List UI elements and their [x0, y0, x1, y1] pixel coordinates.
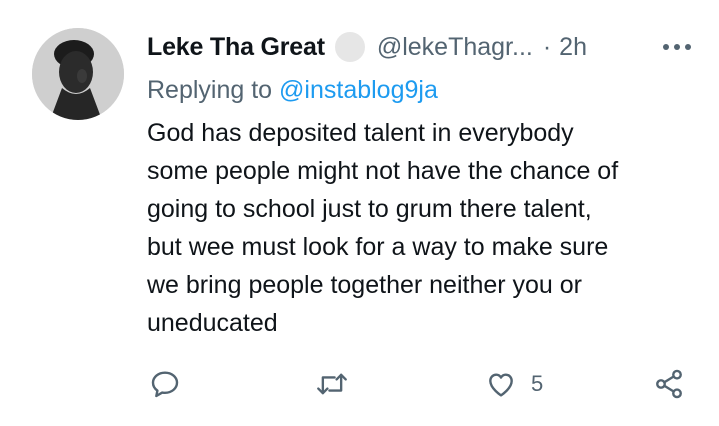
- action-bar: 5: [147, 364, 692, 404]
- separator-dot: ·: [542, 32, 552, 61]
- like-button[interactable]: 5: [485, 364, 543, 404]
- display-name[interactable]: Leke Tha Great: [147, 33, 325, 62]
- tweet-text-line: some people might not have the chance of: [147, 157, 619, 185]
- tweet-text-line: uneducated: [147, 309, 278, 337]
- replying-to-label: Replying to: [147, 76, 273, 104]
- share-button[interactable]: [653, 364, 685, 404]
- like-count: 5: [531, 371, 544, 396]
- tweet-text-line: God has deposited talent in everybody: [147, 119, 574, 147]
- replying-to-line: Replying to @instablog9ja: [147, 76, 438, 105]
- retweet-icon: [317, 373, 347, 395]
- reply-icon: [151, 371, 179, 398]
- tweet-text-line: going to school just to grum there talen…: [147, 195, 592, 223]
- badge-placeholder-icon: [334, 32, 365, 62]
- user-handle[interactable]: @lekeThagr...: [377, 33, 533, 62]
- timestamp[interactable]: 2h: [559, 33, 587, 62]
- more-options-icon[interactable]: [662, 30, 692, 64]
- tweet-text-line: we bring people together neither you or: [147, 271, 583, 299]
- tweet-text: God has deposited talent in everybody so…: [147, 114, 692, 342]
- avatar[interactable]: [32, 28, 124, 120]
- retweet-button[interactable]: [315, 364, 349, 404]
- avatar-photo: [32, 28, 124, 120]
- replying-to-mention[interactable]: @instablog9ja: [279, 76, 438, 104]
- tweet-header: Leke Tha Great @lekeThagr... · 2h: [147, 30, 692, 64]
- tweet: Leke Tha Great @lekeThagr... · 2h Replyi…: [0, 0, 719, 426]
- share-icon: [656, 369, 682, 399]
- reply-button[interactable]: [149, 364, 181, 404]
- tweet-text-line: but wee must look for a way to make sure: [147, 233, 609, 261]
- heart-icon: [489, 373, 513, 397]
